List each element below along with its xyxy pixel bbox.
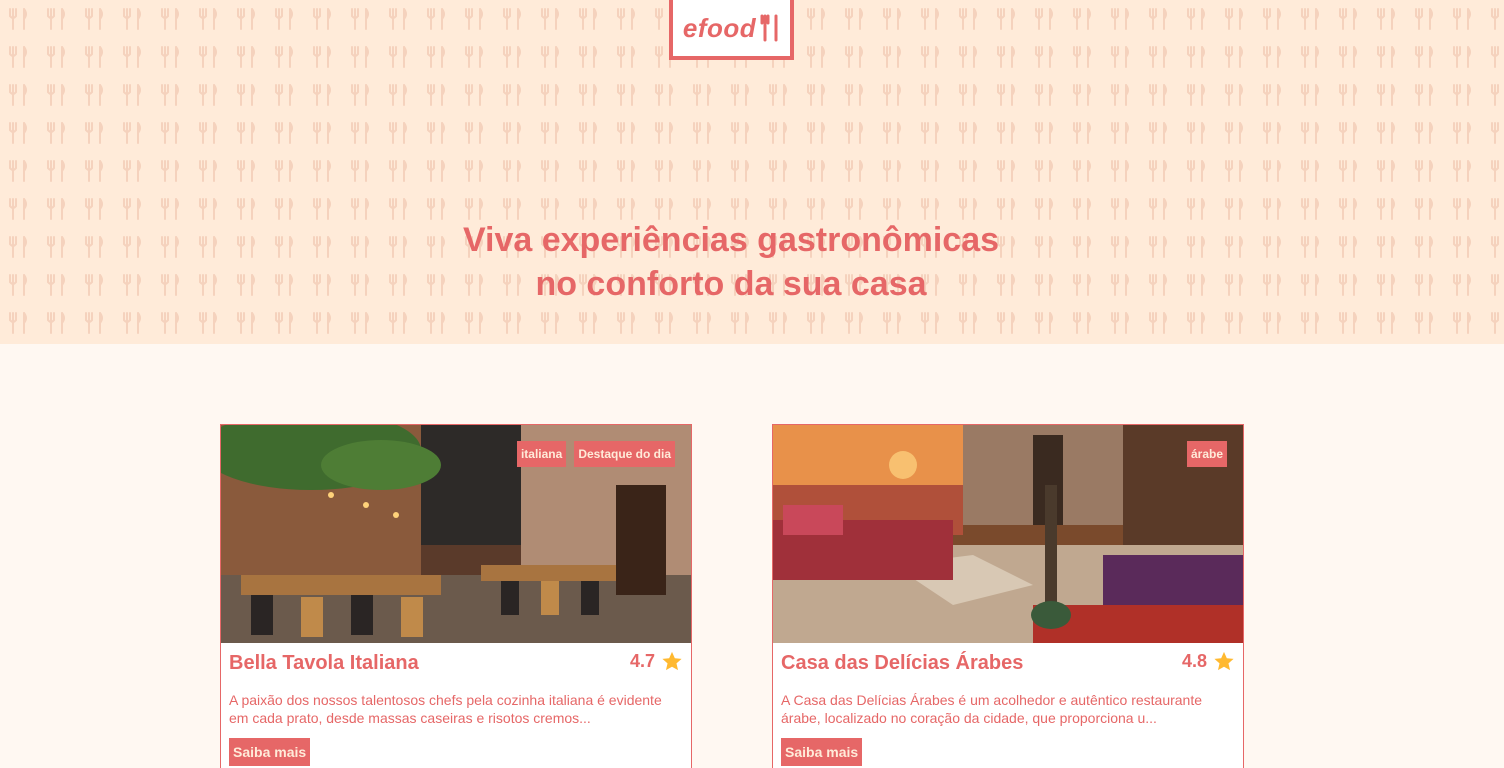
restaurant-photo[interactable]: italiana Destaque do dia — [221, 425, 691, 643]
tag-highlight: Destaque do dia — [574, 441, 675, 467]
restaurant-name: Bella Tavola Italiana — [229, 652, 419, 674]
tag-list: italiana Destaque do dia — [516, 441, 675, 467]
rating-value: 4.7 — [629, 651, 655, 671]
restaurant-card: italiana Destaque do dia Bella Tavola It… — [220, 424, 692, 768]
hero-title-line1: Viva experiências gastronômicas — [462, 221, 1000, 259]
rating: 4.7 — [630, 651, 683, 672]
rating: 4.8 — [1182, 651, 1235, 672]
star-icon — [1214, 651, 1234, 671]
rating-value: 4.8 — [1181, 651, 1207, 671]
hero-banner: efood Viva experiências gastronômicas no… — [0, 0, 1504, 344]
restaurant-card: árabe Casa das Delícias Árabes 4.8 A Cas… — [772, 424, 1244, 768]
restaurant-description: A paixão dos nossos talentosos chefs pel… — [229, 692, 662, 726]
star-icon — [662, 651, 682, 671]
tag-cuisine: árabe — [1186, 441, 1227, 467]
saiba-mais-button[interactable]: Saiba mais — [229, 738, 311, 766]
restaurant-photo[interactable]: árabe — [773, 425, 1243, 643]
hero-title-line2: no conforto da sua casa — [535, 265, 927, 303]
tag-cuisine: italiana — [516, 441, 567, 467]
restaurant-description: A Casa das Delícias Árabes é um acolhedo… — [781, 692, 1203, 726]
card-header: Casa das Delícias Árabes 4.8 — [781, 651, 1235, 675]
restaurant-name: Casa das Delícias Árabes — [781, 652, 1024, 674]
cutlery-icon — [760, 14, 778, 42]
hero-title: Viva experiências gastronômicas no confo… — [0, 218, 1462, 306]
efood-logo[interactable]: efood — [669, 0, 794, 60]
saiba-mais-button[interactable]: Saiba mais — [781, 738, 863, 766]
card-header: Bella Tavola Italiana 4.7 — [229, 651, 683, 675]
tag-list: árabe — [1186, 441, 1227, 467]
arabic-restaurant-image — [773, 425, 1243, 643]
logo-wordmark: efood — [682, 12, 757, 43]
